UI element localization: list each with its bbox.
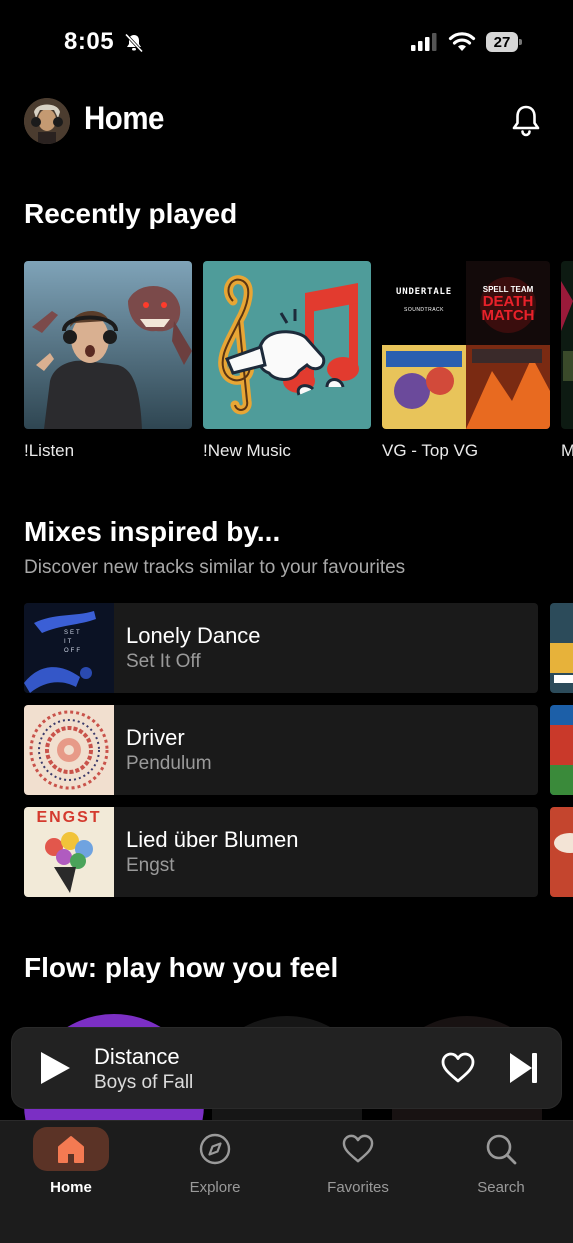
cellular-signal-icon <box>411 33 437 51</box>
now-playing-artist: Boys of Fall <box>94 1072 194 1093</box>
flow-heading: Flow: play how you feel <box>24 952 339 983</box>
mix-artist: Pendulum <box>126 753 212 774</box>
play-icon[interactable] <box>38 1050 72 1086</box>
silent-mode-icon <box>124 33 144 53</box>
mix-peek-card[interactable] <box>550 705 573 795</box>
mix-art-text: SET IT OFF <box>64 630 82 654</box>
mix-item-driver[interactable]: Driver Pendulum <box>24 705 538 795</box>
mix-item-lonely-dance[interactable]: SET IT OFF Lonely Dance Set It Off <box>24 603 538 693</box>
playlist-label[interactable]: M <box>561 441 573 461</box>
playlist-card-partial[interactable] <box>561 261 573 429</box>
mix-title: Lied über Blumen <box>126 827 299 852</box>
mix-artist: Set It Off <box>126 651 201 672</box>
skip-next-icon[interactable] <box>508 1050 540 1086</box>
playlist-art-new-music <box>203 261 371 429</box>
mix-item-lied-uber-blumen[interactable]: ENGST Lied über Blumen Engst <box>24 807 538 897</box>
mix-art <box>24 705 114 795</box>
home-icon <box>58 1136 84 1163</box>
wifi-icon <box>448 32 476 51</box>
mixes-subtitle: Discover new tracks similar to your favo… <box>24 557 406 578</box>
battery-indicator: 27 <box>486 32 522 52</box>
bottom-navigation: Home Explore Favorites Search <box>0 1120 573 1243</box>
search-icon <box>486 1134 517 1165</box>
nav-label: Search <box>477 1179 525 1196</box>
playlist-card-listen[interactable] <box>24 261 192 429</box>
mini-player[interactable]: Distance Boys of Fall <box>12 1028 561 1108</box>
nav-active-indicator <box>33 1127 109 1171</box>
collage-text-match: MATCH <box>481 307 535 324</box>
page-title: Home <box>84 100 164 136</box>
notifications-bell-icon[interactable] <box>508 102 544 138</box>
nav-label: Explore <box>189 1179 241 1196</box>
mix-peek-card[interactable] <box>550 603 573 693</box>
mix-title: Driver <box>126 725 185 750</box>
nav-item-search[interactable]: Search <box>446 1121 556 1211</box>
playlist-card-vg-top[interactable]: UNDERTALE SOUNDTRACK SPELL TEAM DEATH MA… <box>382 261 550 429</box>
mix-art-text: ENGST <box>36 809 102 826</box>
nav-label: Favorites <box>327 1179 389 1196</box>
mix-title: Lonely Dance <box>126 623 261 648</box>
nav-item-home[interactable]: Home <box>16 1121 126 1211</box>
compass-icon <box>199 1133 231 1165</box>
nav-label: Home <box>50 1179 92 1196</box>
playlist-label[interactable]: VG - Top VG <box>382 441 478 461</box>
status-time: 8:05 <box>64 28 115 55</box>
mix-art: SET IT OFF <box>24 603 114 693</box>
playlist-label[interactable]: !Listen <box>24 441 74 461</box>
playlist-card-new-music[interactable] <box>203 261 371 429</box>
playlist-label[interactable]: !New Music <box>203 441 291 461</box>
nav-item-explore[interactable]: Explore <box>160 1121 270 1211</box>
heart-icon[interactable] <box>440 1052 476 1084</box>
avatar[interactable] <box>24 98 70 144</box>
nav-item-favorites[interactable]: Favorites <box>303 1121 413 1211</box>
collage-text-soundtrack: SOUNDTRACK <box>403 307 444 313</box>
collage-text-undertale: UNDERTALE <box>396 287 452 297</box>
heart-icon <box>342 1134 374 1163</box>
playlist-art-listen <box>24 261 192 429</box>
mix-artist: Engst <box>126 855 175 876</box>
mixes-heading: Mixes inspired by... <box>24 516 281 547</box>
recently-played-heading: Recently played <box>24 198 238 229</box>
battery-level: 27 <box>486 32 518 52</box>
mix-peek-card[interactable] <box>550 807 573 897</box>
mix-art: ENGST <box>24 807 114 897</box>
now-playing-title: Distance <box>94 1044 180 1069</box>
